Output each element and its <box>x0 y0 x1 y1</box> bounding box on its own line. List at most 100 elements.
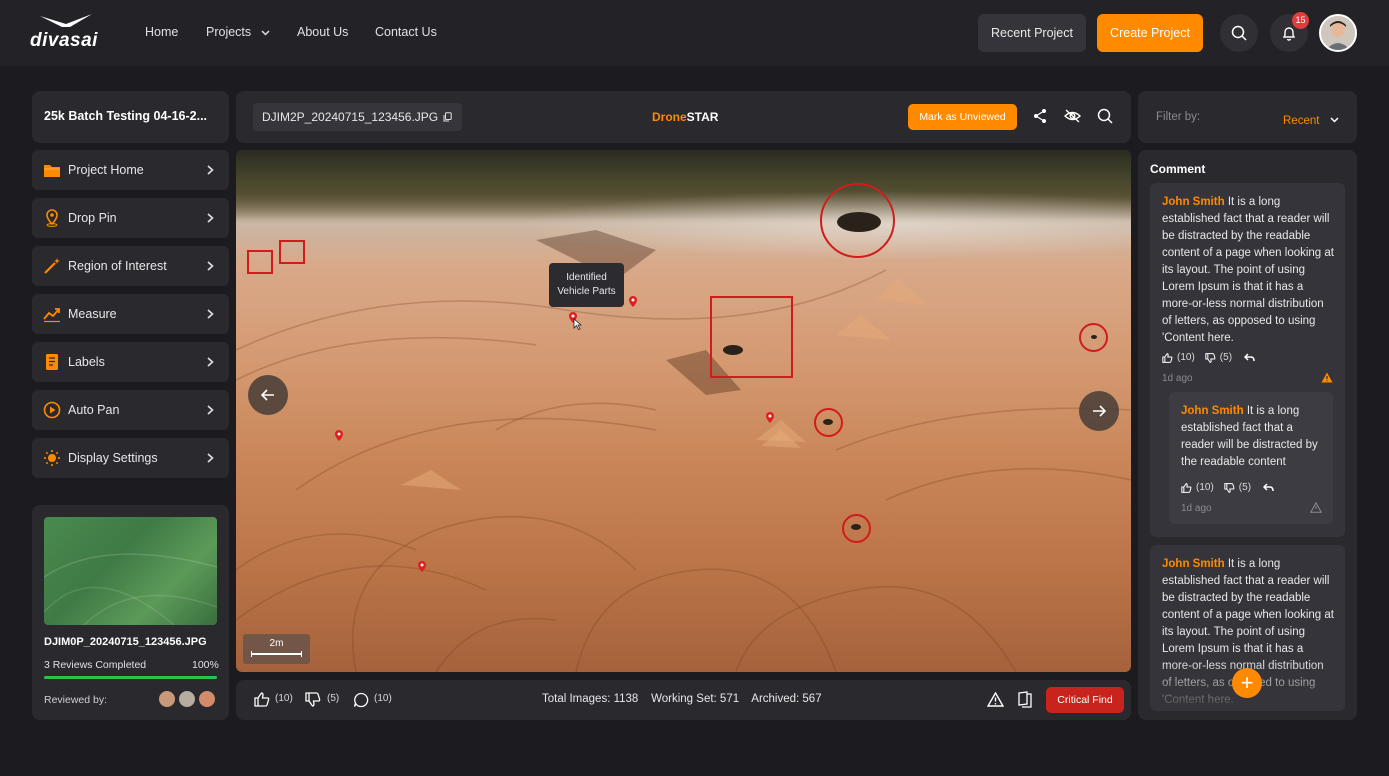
chevron-down-icon <box>261 30 270 36</box>
annotation-circle[interactable] <box>1079 323 1108 352</box>
chevron-right-icon <box>207 261 214 271</box>
reviewer-avatar[interactable] <box>157 689 177 709</box>
recent-project-button[interactable]: Recent Project <box>978 14 1086 52</box>
working-set: Working Set: 571 <box>651 693 740 705</box>
map-pin-icon[interactable] <box>766 412 774 423</box>
reply-author[interactable]: John Smith <box>1181 405 1244 417</box>
chevron-right-icon <box>207 405 214 415</box>
map-pin-icon[interactable] <box>418 561 426 572</box>
comment-body: It is a long established fact that a rea… <box>1162 196 1334 344</box>
nav-projects-label: Projects <box>206 25 252 39</box>
annotation-circle[interactable] <box>820 183 895 258</box>
thumbs-up-icon[interactable] <box>1162 352 1173 363</box>
reply-time: 1d ago <box>1181 503 1212 514</box>
previous-image-button[interactable] <box>248 375 288 415</box>
reviews-completed-label: 3 Reviews Completed <box>44 659 147 671</box>
magic-wand-icon <box>44 258 60 274</box>
chevron-right-icon <box>207 213 214 223</box>
sidebar-item-label: Drop Pin <box>68 211 117 225</box>
brand-name: divasai <box>30 30 98 51</box>
sidebar-item-labels[interactable]: Labels <box>32 342 229 382</box>
comment-likes: (10) <box>1177 352 1195 363</box>
reviewer-avatar[interactable] <box>177 689 197 709</box>
nav-home[interactable]: Home <box>145 25 178 39</box>
comment-author[interactable]: John Smith <box>1162 196 1225 208</box>
add-comment-button[interactable]: + <box>1232 668 1262 698</box>
search-button[interactable] <box>1220 14 1258 52</box>
review-progress-fill <box>44 676 217 679</box>
sidebar-item-display-settings[interactable]: Display Settings <box>32 438 229 478</box>
arrow-left-icon <box>261 389 274 401</box>
map-pin-icon[interactable] <box>629 296 637 307</box>
reply-icon[interactable] <box>1263 483 1274 492</box>
nav-contact[interactable]: Contact Us <box>375 25 437 39</box>
thumbs-down-icon[interactable] <box>305 692 321 707</box>
critical-find-button[interactable]: Critical Find <box>1046 687 1124 713</box>
filter-dropdown[interactable]: Recent <box>1283 111 1339 129</box>
next-image-button[interactable] <box>1079 391 1119 431</box>
current-file-chip[interactable]: DJIM2P_20240715_123456.JPG <box>253 103 462 131</box>
sidebar-item-label: Region of Interest <box>68 259 167 273</box>
scale-bar <box>251 651 302 657</box>
nav-about[interactable]: About Us <box>297 25 348 39</box>
filter-value: Recent <box>1283 115 1320 127</box>
viewer-title: DroneSTAR <box>652 110 718 124</box>
sidebar-item-label: Auto Pan <box>68 403 120 417</box>
zoom-search-icon[interactable] <box>1097 108 1113 124</box>
create-project-button[interactable]: Create Project <box>1097 14 1203 52</box>
brand-logo[interactable]: divasai <box>30 14 110 52</box>
warning-outline-icon[interactable] <box>1310 502 1322 513</box>
map-pin-icon[interactable] <box>335 430 343 441</box>
annotation-box[interactable] <box>279 240 305 264</box>
annotation-box[interactable] <box>247 250 273 274</box>
review-progress-bar <box>44 676 217 679</box>
reviewer-avatar[interactable] <box>197 689 217 709</box>
drone-image[interactable] <box>236 150 1131 672</box>
share-icon[interactable] <box>1032 108 1048 124</box>
sidebar-item-drop-pin[interactable]: Drop Pin <box>32 198 229 238</box>
cursor-pointer-icon <box>573 318 582 330</box>
user-avatar[interactable] <box>1319 14 1357 52</box>
annotation-circle[interactable] <box>814 408 843 437</box>
play-icon <box>43 401 61 419</box>
thumbs-down-icon[interactable] <box>1224 482 1235 493</box>
preview-file-name: DJIM0P_20240715_123456.JPG <box>44 636 207 648</box>
chevron-right-icon <box>207 309 214 319</box>
reply-icon[interactable] <box>1244 353 1255 362</box>
thumbs-up-icon[interactable] <box>1181 482 1192 493</box>
arrow-right-icon <box>1093 405 1106 417</box>
labels-icon <box>46 354 58 370</box>
copy-icon[interactable] <box>443 112 452 122</box>
comment-author[interactable]: John Smith <box>1162 558 1225 570</box>
scale-label: 2m <box>269 638 284 649</box>
thumbs-down-icon[interactable] <box>1205 352 1216 363</box>
dislikes-count: (5) <box>327 693 340 704</box>
nav-projects[interactable]: Projects <box>206 25 270 39</box>
sidebar-item-region-of-interest[interactable]: Region of Interest <box>32 246 229 286</box>
comment-icon[interactable] <box>353 692 369 708</box>
sidebar-item-auto-pan[interactable]: Auto Pan <box>32 390 229 430</box>
warning-icon[interactable] <box>987 692 1004 707</box>
annotation-circle[interactable] <box>842 514 871 543</box>
hide-icon[interactable] <box>1064 108 1081 124</box>
sidebar-item-label: Project Home <box>68 163 144 177</box>
comment-time: 1d ago <box>1162 373 1193 384</box>
mark-as-unviewed-button[interactable]: Mark as Unviewed <box>908 104 1017 130</box>
preview-thumbnail[interactable] <box>44 517 217 625</box>
current-file-name: DJIM2P_20240715_123456.JPG <box>262 110 439 124</box>
chevron-right-icon <box>207 165 214 175</box>
sidebar-item-measure[interactable]: Measure <box>32 294 229 334</box>
bookmark-book-icon[interactable] <box>1017 691 1033 708</box>
sidebar-item-label: Labels <box>68 355 105 369</box>
terrain-tracks <box>236 212 1131 672</box>
trend-icon <box>43 308 60 323</box>
annotation-box-vehicle[interactable] <box>710 296 793 378</box>
thumbs-up-icon[interactable] <box>254 692 270 707</box>
chevron-right-icon <box>207 453 214 463</box>
pin-tooltip: Identified Vehicle Parts <box>549 263 624 307</box>
reviews-percent: 100% <box>192 659 219 671</box>
project-title: 25k Batch Testing 04-16-2... <box>44 109 208 123</box>
comments-count: (10) <box>374 693 392 704</box>
warning-flag-icon[interactable] <box>1321 372 1333 383</box>
sidebar-item-project-home[interactable]: Project Home <box>32 150 229 190</box>
